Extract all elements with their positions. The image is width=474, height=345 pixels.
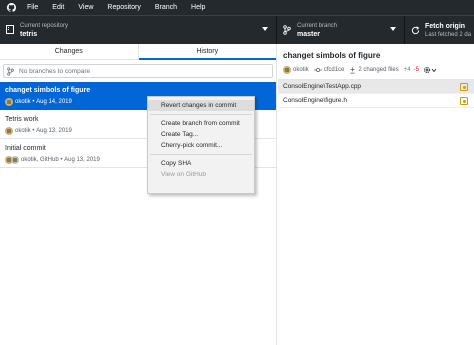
tab-bar: Changes History <box>0 44 276 60</box>
file-path: ConsolEngine\TestApp.cpp <box>283 83 362 90</box>
changed-file-item[interactable]: ConsolEngine\TestApp.cpp <box>278 80 474 94</box>
additions-count: +4 <box>403 67 411 73</box>
sync-icon <box>405 25 425 35</box>
menu-item-create-tag[interactable]: Create Tag... <box>148 129 254 140</box>
menu-item-cherry-pick[interactable]: Cherry-pick commit... <box>148 140 254 151</box>
commit-icon <box>313 68 322 72</box>
menu-item-copy-sha[interactable]: Copy SHA <box>148 158 254 169</box>
history-sidebar: Changes History No branches to compare c… <box>0 44 277 345</box>
settings-button[interactable] <box>423 66 437 74</box>
fetch-title: Fetch origin <box>425 22 466 30</box>
menu-item-create-branch[interactable]: Create branch from commit <box>148 118 254 129</box>
changed-files-count: 2 changed files <box>358 67 399 73</box>
branch-name: master <box>297 30 320 38</box>
last-fetched-label: Last fetched 2 da <box>425 31 472 38</box>
toolbar: Current repository tetris Current branch… <box>0 15 474 44</box>
changed-file-item[interactable]: ConsolEngine\figure.h <box>278 94 474 108</box>
modified-icon <box>460 97 468 105</box>
commit-date: Aug 13, 2019 <box>64 157 100 163</box>
menu-edit[interactable]: Edit <box>45 0 71 15</box>
repository-name: tetris <box>20 30 38 38</box>
current-branch-button[interactable]: Current branch master <box>277 16 405 44</box>
menu-branch[interactable]: Branch <box>148 0 184 15</box>
menu-repository[interactable]: Repository <box>100 0 147 15</box>
fetch-origin-button[interactable]: Fetch origin Last fetched 2 da <box>405 16 474 44</box>
commit-detail-author: okotik <box>293 67 309 73</box>
commit-date: Aug 13, 2019 <box>36 128 72 134</box>
deletions-count: -5 <box>413 67 419 73</box>
compare-branch-input[interactable]: No branches to compare <box>3 64 273 78</box>
avatar <box>283 66 291 74</box>
commit-sha[interactable]: cfcd1ce <box>324 67 345 73</box>
commit-title: changet simbols of figure <box>5 87 91 94</box>
repository-label: Current repository <box>20 22 69 29</box>
menu-separator <box>150 114 252 115</box>
gear-icon <box>423 66 430 74</box>
avatar <box>5 98 13 106</box>
avatar <box>5 127 13 135</box>
diff-icon <box>350 66 355 74</box>
github-logo-icon <box>0 0 22 15</box>
menu-item-revert-commit[interactable]: Revert changes in commit <box>148 100 254 111</box>
menu-view[interactable]: View <box>71 0 100 15</box>
commit-author: okotik <box>15 128 31 134</box>
commit-author: okotik <box>15 99 31 105</box>
commit-context-menu: Revert changes in commit Create branch f… <box>147 96 255 194</box>
tab-history[interactable]: History <box>138 44 277 60</box>
commit-date: Aug 14, 2019 <box>36 99 72 105</box>
menu-item-view-on-github[interactable]: View on GitHub <box>148 169 254 180</box>
avatar <box>11 156 19 164</box>
chevron-down-icon <box>262 27 268 31</box>
commit-author: okotik, GitHub <box>21 157 59 163</box>
menu-bar: File Edit View Repository Branch Help <box>0 0 474 15</box>
commit-summary: changet simbols of figure okotik cfcd1ce… <box>278 44 474 80</box>
tab-changes[interactable]: Changes <box>0 44 139 59</box>
commit-detail-title: changet simbols of figure <box>283 51 381 60</box>
file-path: ConsolEngine\figure.h <box>283 97 347 104</box>
commit-detail-panel: changet simbols of figure okotik cfcd1ce… <box>278 44 474 345</box>
branch-icon <box>277 25 297 35</box>
compare-placeholder: No branches to compare <box>19 67 91 75</box>
repo-icon <box>0 25 20 35</box>
chevron-down-icon <box>390 27 396 31</box>
menu-separator <box>150 154 252 155</box>
menu-file[interactable]: File <box>22 0 45 15</box>
modified-icon <box>460 83 468 91</box>
current-repository-button[interactable]: Current repository tetris <box>0 16 277 44</box>
branch-label: Current branch <box>297 22 338 29</box>
menu-help[interactable]: Help <box>184 0 212 15</box>
branch-icon <box>7 66 16 76</box>
chevron-down-icon <box>431 68 437 72</box>
